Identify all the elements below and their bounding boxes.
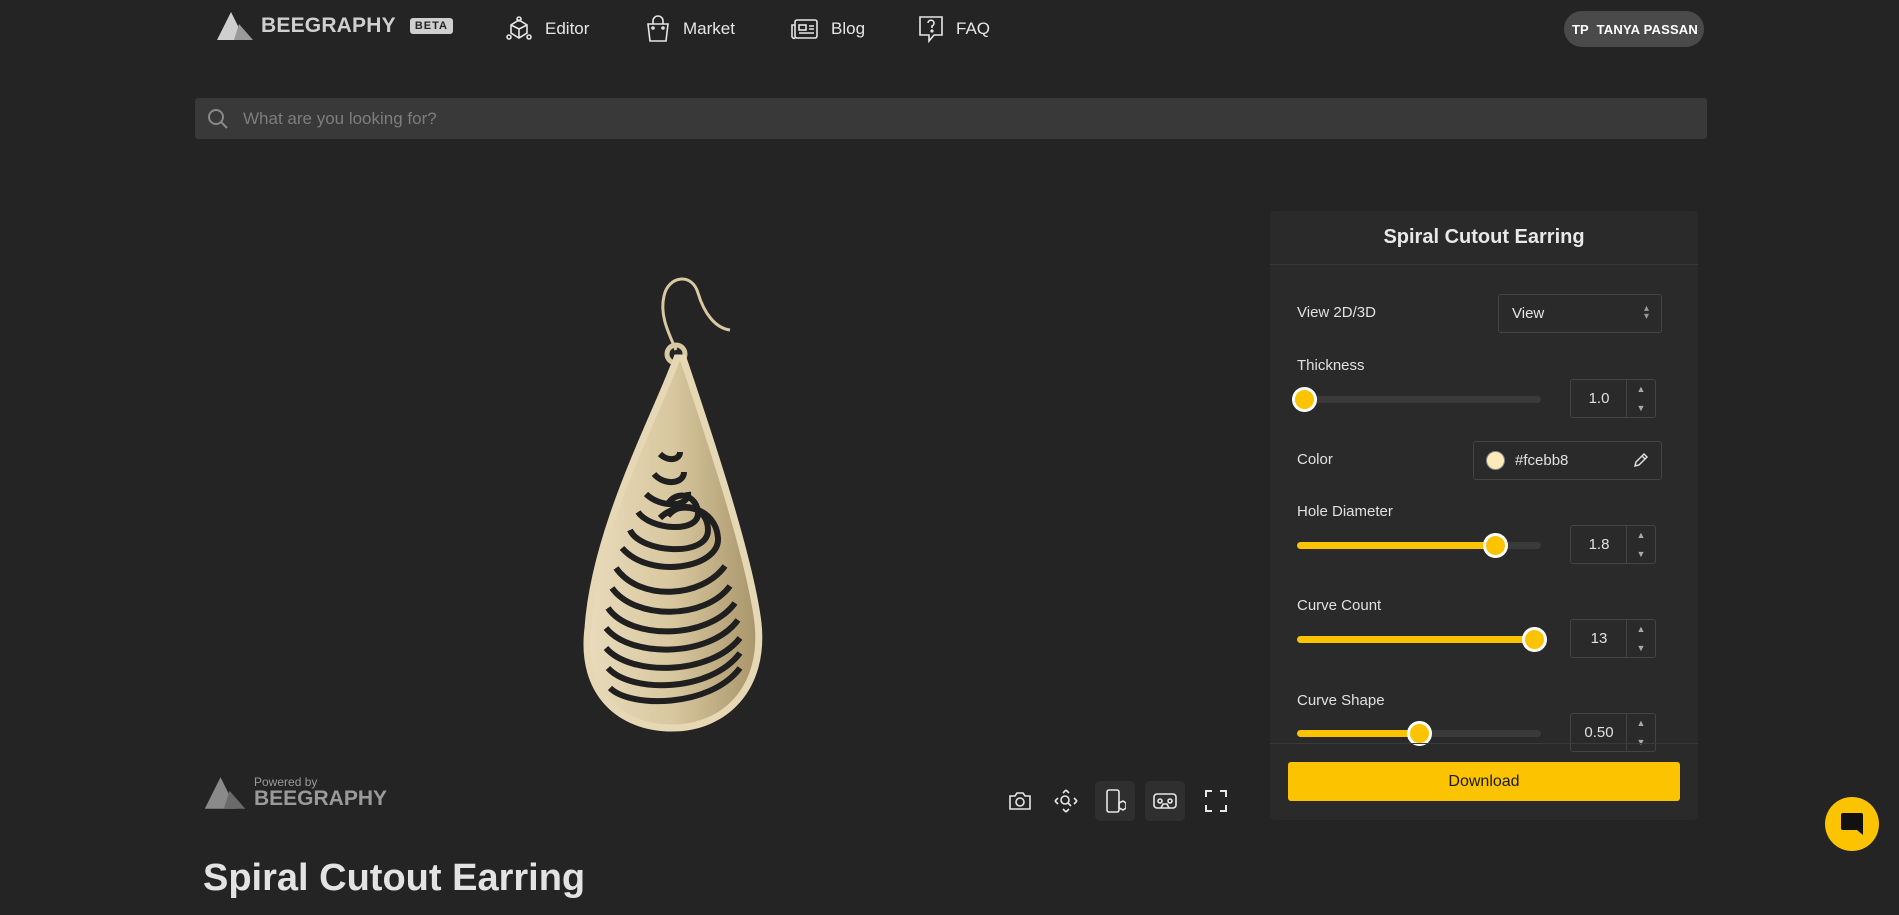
- chevron-updown-icon: ▴ ▾: [1643, 303, 1649, 322]
- decrement-icon[interactable]: ▼: [1637, 643, 1646, 653]
- hole-diameter-slider-fill: [1297, 542, 1495, 549]
- panel-footer: Download: [1270, 743, 1698, 820]
- color-value: #fcebb8: [1515, 452, 1569, 469]
- fullscreen-button[interactable]: [1196, 781, 1236, 821]
- hole-diameter-value: 1.8: [1588, 536, 1610, 553]
- hole-diameter-slider[interactable]: [1297, 533, 1541, 558]
- thickness-slider-thumb[interactable]: [1292, 387, 1318, 412]
- earring-model: [583, 277, 763, 732]
- hole-diameter-slider-thumb[interactable]: [1482, 533, 1508, 558]
- color-label: Color: [1297, 451, 1333, 468]
- logo-text: BEEGRAPHY: [261, 14, 396, 37]
- powered-by-beegraphy[interactable]: Powered by BEEGRAPHY: [204, 775, 387, 811]
- editor-icon: [506, 16, 532, 40]
- decrement-icon[interactable]: ▼: [1637, 549, 1646, 559]
- nav-blog[interactable]: Blog: [791, 10, 865, 48]
- curve-count-slider-fill: [1297, 636, 1534, 643]
- chat-button[interactable]: [1825, 797, 1879, 851]
- beegraphy-logo[interactable]: BEEGRAPHY BETA: [217, 10, 453, 42]
- search-icon: [208, 108, 228, 129]
- view-label: View 2D/3D: [1297, 304, 1376, 321]
- curve-shape-slider-fill: [1297, 730, 1419, 737]
- search-bar: [195, 98, 1707, 139]
- reset-view-button[interactable]: [1046, 781, 1086, 821]
- focus-icon: [1054, 789, 1078, 813]
- nav-faq-label: FAQ: [956, 19, 991, 38]
- question-bubble-icon: [919, 16, 943, 43]
- curve-count-stepper[interactable]: 13 ▲ ▼: [1570, 619, 1656, 658]
- view-select[interactable]: View ▴ ▾: [1498, 294, 1662, 333]
- vr-icon: [1153, 793, 1177, 809]
- increment-icon[interactable]: ▲: [1637, 384, 1646, 394]
- download-button[interactable]: Download: [1288, 762, 1680, 801]
- hole-diameter-label: Hole Diameter: [1297, 503, 1393, 520]
- chat-icon: [1841, 813, 1863, 835]
- curve-count-slider[interactable]: [1297, 627, 1547, 652]
- curve-count-label: Curve Count: [1297, 597, 1382, 614]
- powered-by-brand: BEEGRAPHY: [254, 787, 388, 810]
- user-name: TANYA PASSAN: [1596, 21, 1698, 37]
- user-menu[interactable]: TP TANYA PASSAN: [1564, 11, 1704, 47]
- color-picker[interactable]: #fcebb8: [1473, 441, 1662, 480]
- nav-market[interactable]: Market: [645, 10, 735, 48]
- thickness-slider[interactable]: [1292, 387, 1541, 412]
- avatar: TP: [1572, 21, 1589, 37]
- nav-market-label: Market: [683, 19, 735, 38]
- curve-count-value: 13: [1590, 630, 1608, 647]
- thickness-label: Thickness: [1297, 357, 1365, 374]
- vr-view-button[interactable]: [1145, 781, 1185, 821]
- increment-icon[interactable]: ▲: [1637, 718, 1646, 728]
- search-input[interactable]: [241, 107, 1645, 130]
- thickness-value: 1.0: [1588, 390, 1610, 407]
- model-viewer[interactable]: [200, 200, 1260, 740]
- view-select-value: View: [1512, 305, 1545, 322]
- nav-faq[interactable]: FAQ: [918, 10, 990, 48]
- thickness-stepper[interactable]: 1.0 ▲ ▼: [1570, 379, 1656, 418]
- fullscreen-icon: [1205, 790, 1227, 812]
- newspaper-icon: [791, 19, 818, 40]
- beegraphy-logo-icon: [217, 12, 253, 40]
- panel-title: Spiral Cutout Earring: [1270, 211, 1698, 265]
- parameters-panel: Spiral Cutout Earring View 2D/3D View ▴ ▾…: [1270, 211, 1698, 820]
- pencil-icon[interactable]: [1633, 452, 1649, 468]
- increment-icon[interactable]: ▲: [1637, 530, 1646, 540]
- page-title: Spiral Cutout Earring: [203, 857, 586, 899]
- hole-diameter-stepper[interactable]: 1.8 ▲ ▼: [1570, 525, 1656, 564]
- nav-blog-label: Blog: [831, 19, 866, 38]
- beegraphy-logo-icon: [204, 777, 246, 809]
- ar-icon: [1106, 789, 1126, 813]
- ar-view-button[interactable]: [1095, 781, 1135, 821]
- curve-shape-label: Curve Shape: [1297, 692, 1385, 709]
- increment-icon[interactable]: ▲: [1637, 624, 1646, 634]
- camera-icon: [1009, 792, 1031, 810]
- screenshot-button[interactable]: [1000, 781, 1040, 821]
- nav-editor-label: Editor: [545, 19, 590, 38]
- curve-shape-value: 0.50: [1584, 724, 1614, 741]
- decrement-icon[interactable]: ▼: [1637, 403, 1646, 413]
- color-swatch[interactable]: [1486, 451, 1505, 470]
- nav-editor[interactable]: Editor: [505, 10, 589, 48]
- beta-badge: BETA: [409, 18, 453, 34]
- shopping-bag-icon: [647, 15, 669, 42]
- curve-shape-slider[interactable]: [1297, 721, 1541, 746]
- curve-count-slider-thumb[interactable]: [1521, 627, 1547, 652]
